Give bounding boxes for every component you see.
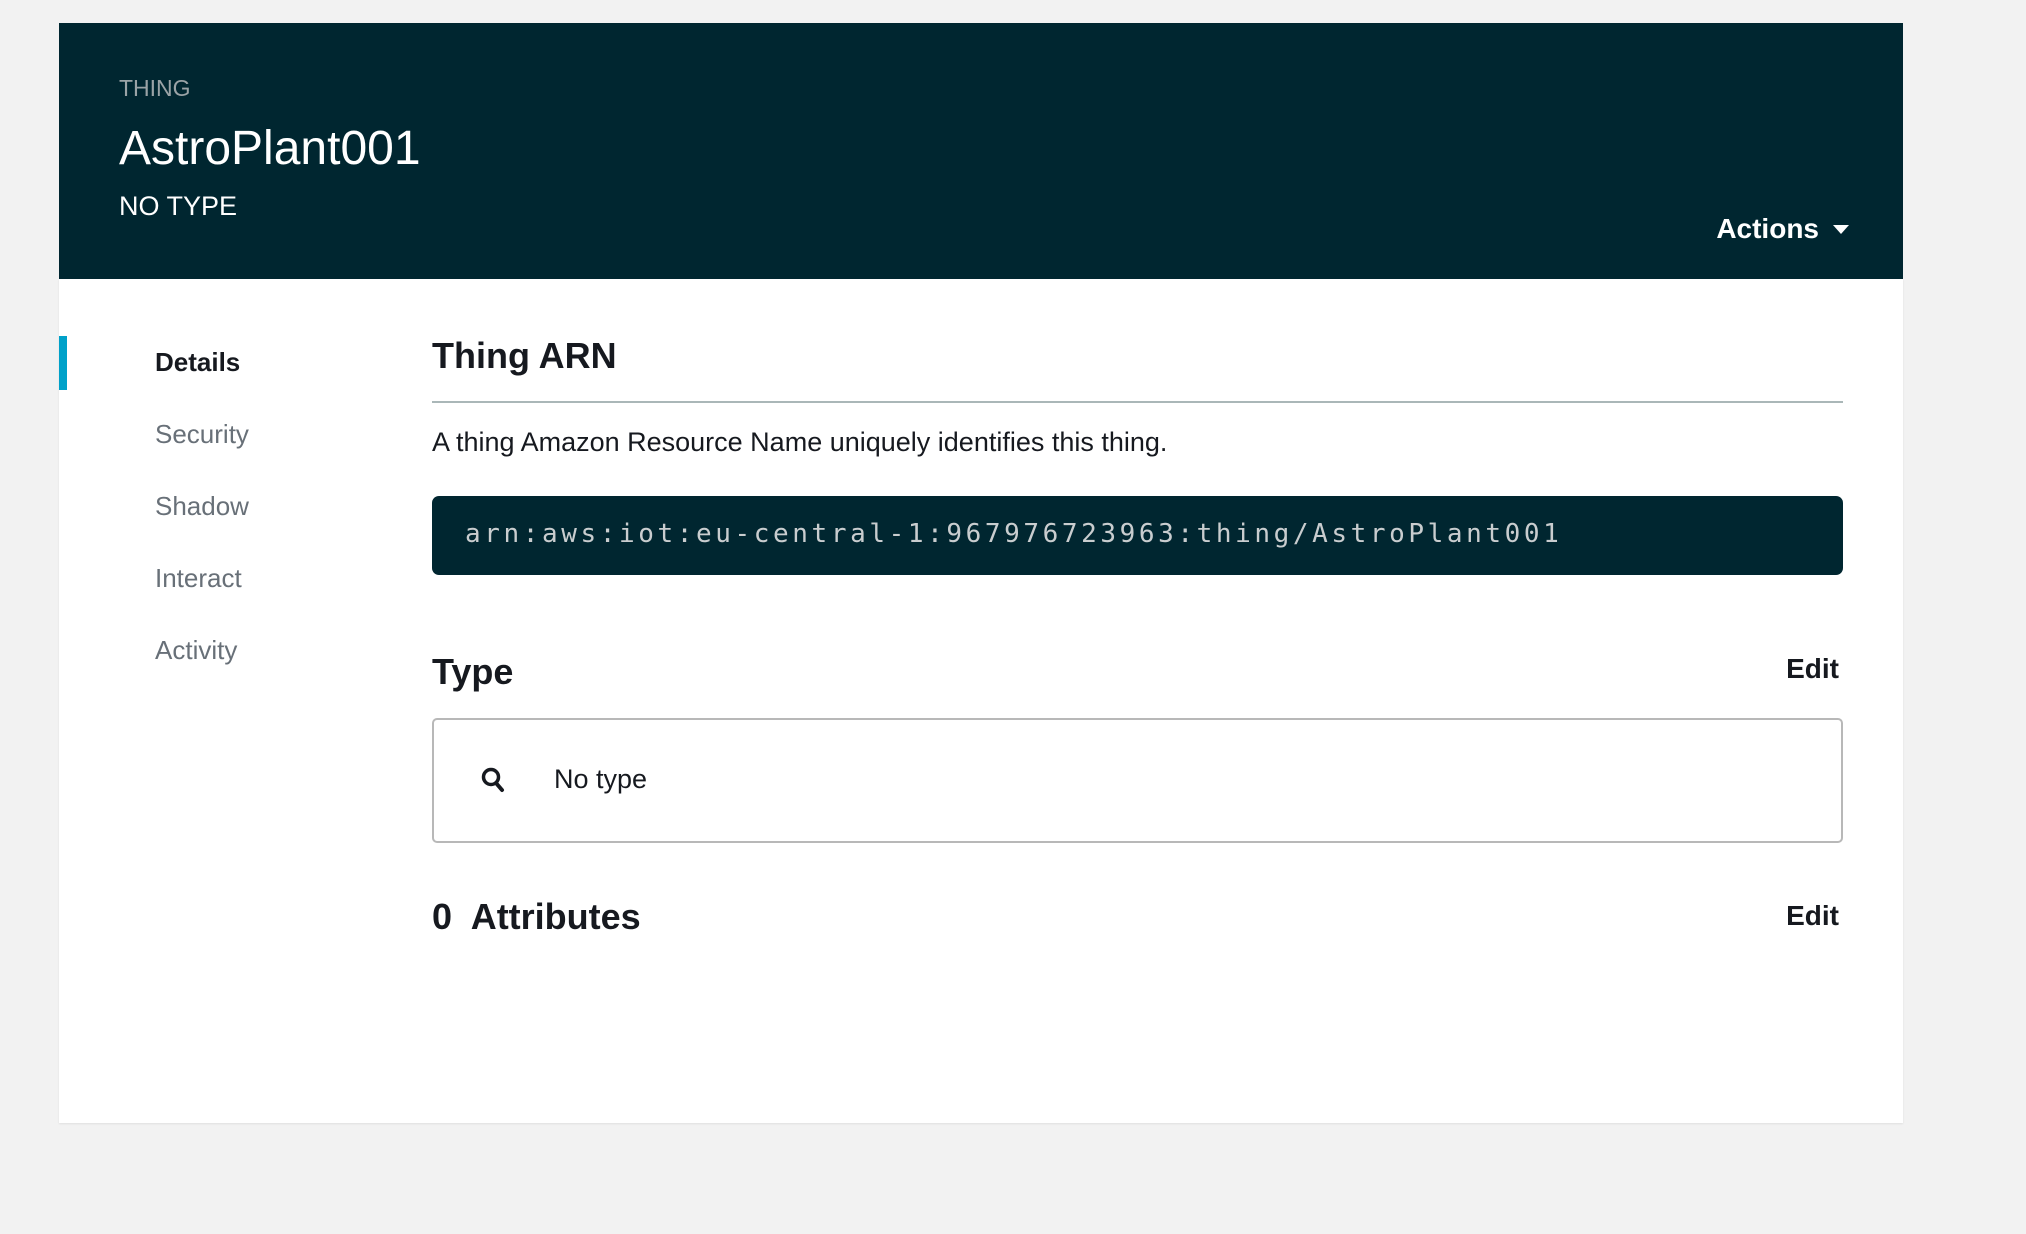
type-field: No type <box>432 718 1843 843</box>
nav-item-details[interactable]: Details <box>155 347 249 419</box>
search-icon <box>481 767 505 798</box>
thing-arn-heading: Thing ARN <box>432 335 617 376</box>
header-kicker: THING <box>119 75 191 101</box>
nav-item-activity[interactable]: Activity <box>155 635 249 707</box>
attributes-heading: 0 Attributes <box>432 896 641 937</box>
actions-label: Actions <box>1716 213 1819 244</box>
details-card: Details Security Shadow Interact Activit… <box>59 279 1903 1123</box>
page-title: AstroPlant001 <box>119 122 421 175</box>
nav-item-shadow[interactable]: Shadow <box>155 491 249 563</box>
edit-attributes-button[interactable]: Edit <box>1786 900 1839 932</box>
arn-value[interactable]: arn:aws:iot:eu-central-1:967976723963:th… <box>465 519 1562 549</box>
edit-type-button[interactable]: Edit <box>1786 653 1839 685</box>
divider <box>432 401 1843 403</box>
arn-code-block: arn:aws:iot:eu-central-1:967976723963:th… <box>432 496 1843 575</box>
nav-item-interact[interactable]: Interact <box>155 563 249 635</box>
actions-dropdown[interactable]: Actions <box>1716 213 1849 245</box>
thing-type-label: NO TYPE <box>119 191 238 221</box>
nav-item-security[interactable]: Security <box>155 419 249 491</box>
type-heading: Type <box>432 651 514 692</box>
caret-down-icon <box>1833 224 1849 234</box>
arn-description: A thing Amazon Resource Name uniquely id… <box>432 427 1168 457</box>
type-value: No type <box>554 764 648 794</box>
thing-header: THING AstroPlant001 NO TYPE Actions <box>59 23 1903 279</box>
active-indicator <box>59 336 67 390</box>
side-nav: Details Security Shadow Interact Activit… <box>155 347 249 707</box>
